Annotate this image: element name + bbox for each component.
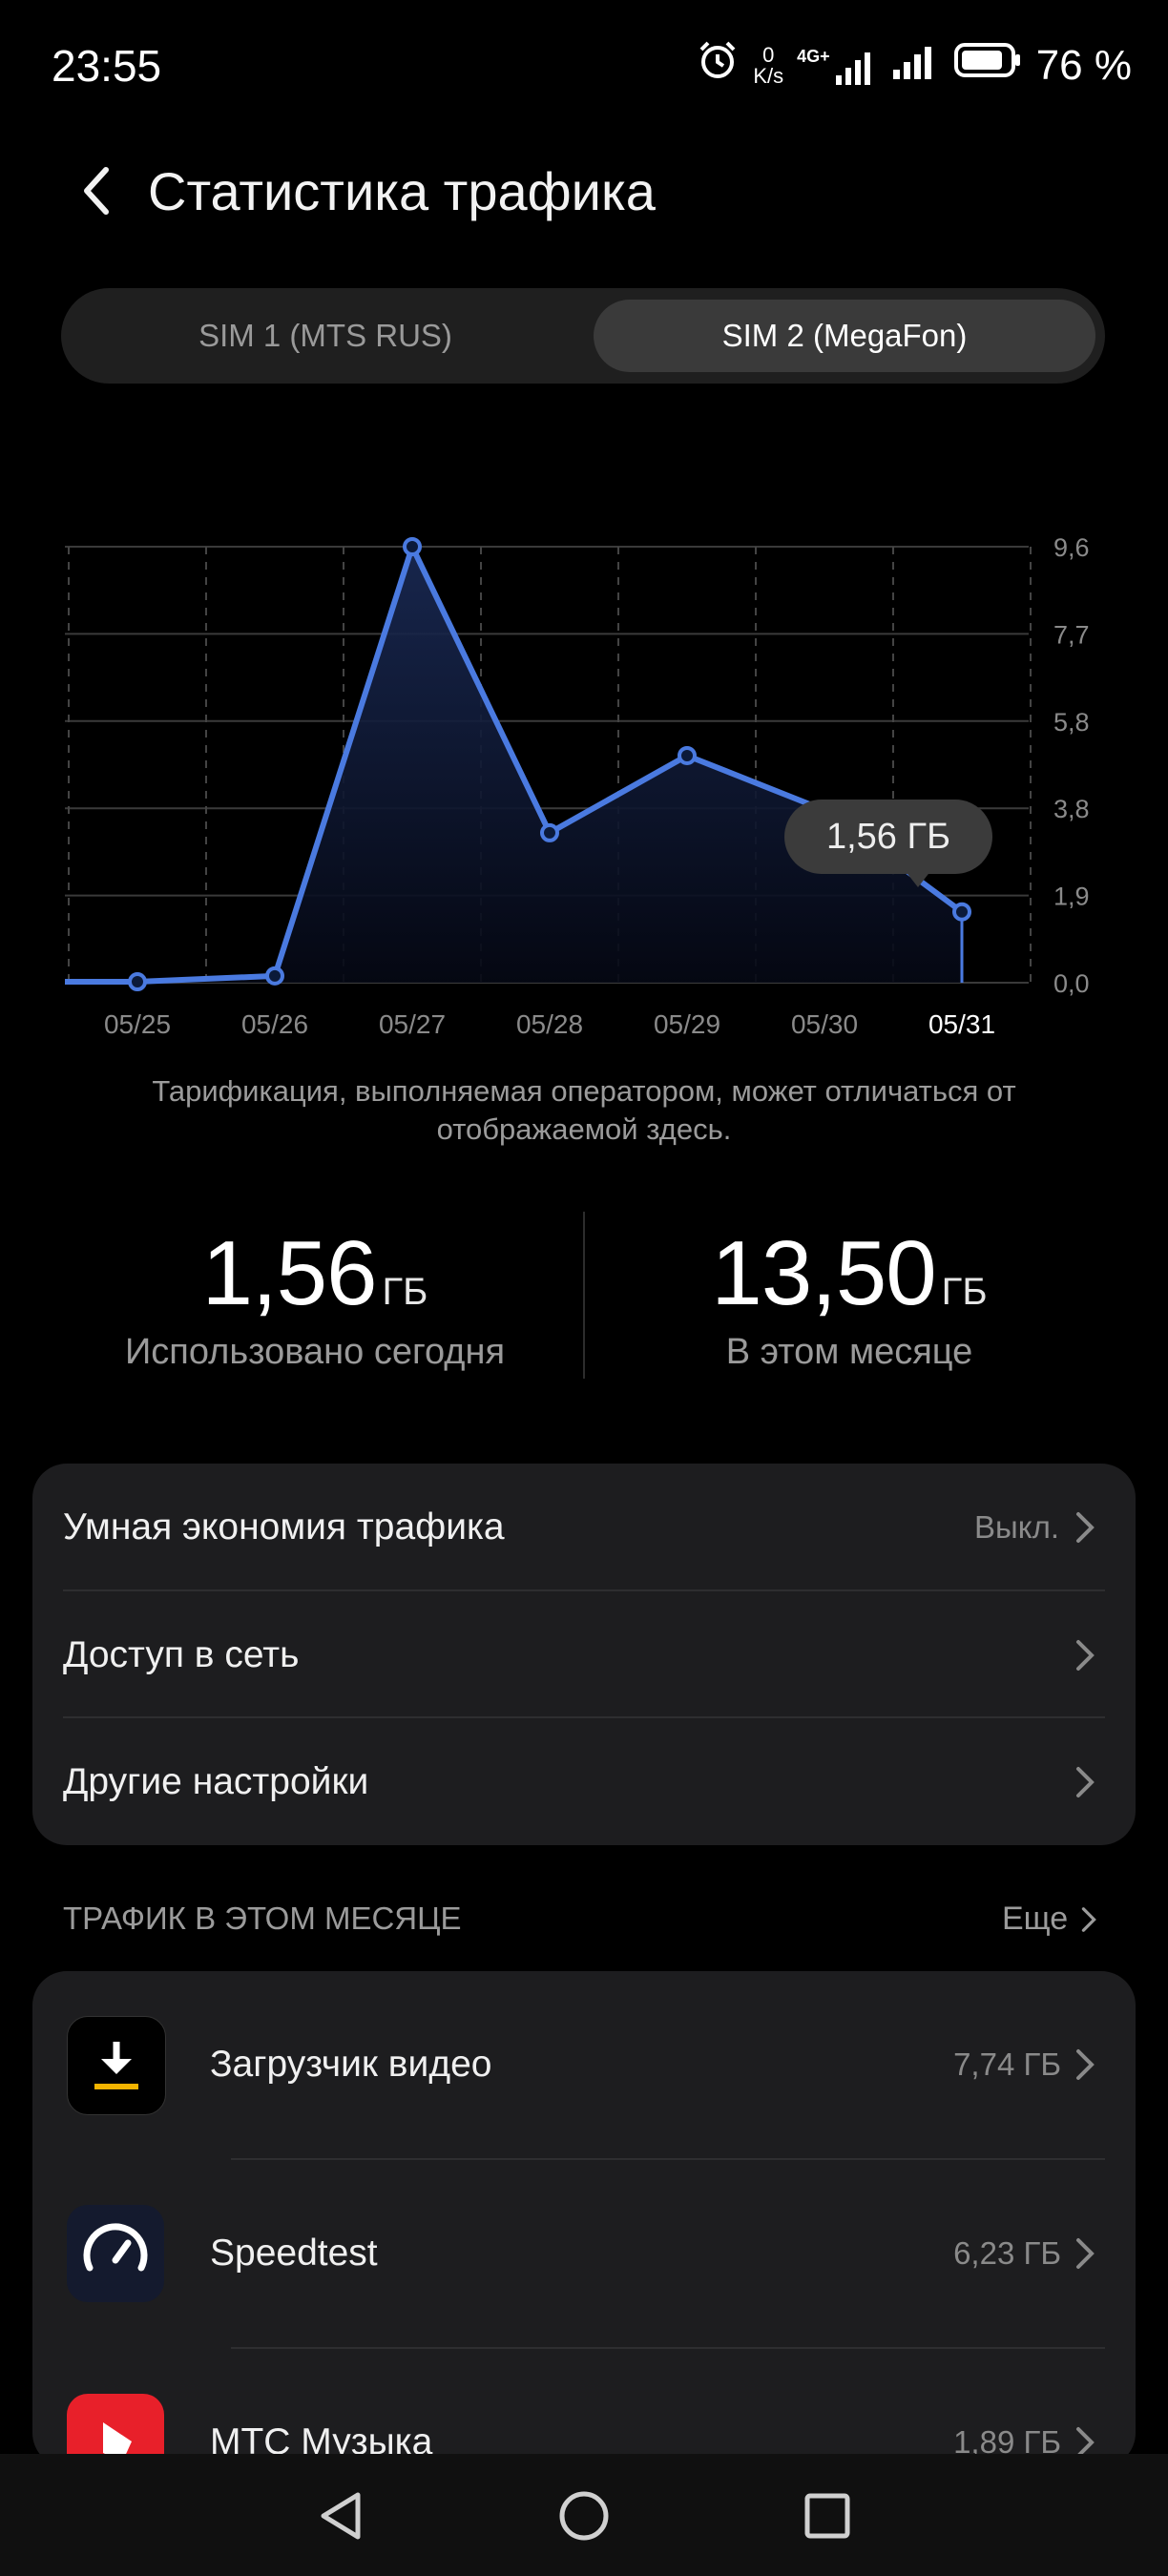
y-tick-label: 7,7	[1053, 620, 1090, 649]
network-access-label: Доступ в сеть	[63, 1633, 300, 1675]
back-nav-icon	[321, 2492, 361, 2540]
month-caption: В этом месяце	[725, 1332, 973, 1372]
app-row[interactable]: Speedtest 6,23 ГБ	[32, 2191, 1136, 2316]
today-usage: 1,56 ГБ Использовано сегодня	[48, 1221, 582, 1373]
divider	[231, 2347, 1105, 2349]
chevron-right-icon	[1076, 2049, 1095, 2080]
chart-tooltip-tail	[905, 870, 931, 887]
divider	[231, 2158, 1105, 2160]
download-icon	[67, 2016, 166, 2115]
x-tick-label[interactable]: 05/30	[791, 1009, 858, 1039]
x-tick-label[interactable]: 05/28	[516, 1009, 583, 1039]
nav-back-button[interactable]	[307, 2483, 374, 2549]
data-point-05-25[interactable]	[128, 972, 147, 992]
smart-saver-label: Умная экономия трафика	[63, 1506, 505, 1548]
x-tick-label[interactable]: 05/27	[379, 1009, 446, 1039]
signal-4g-icon: 4G+	[797, 47, 878, 85]
chevron-right-icon	[1076, 2238, 1095, 2269]
x-tick-label[interactable]: 05/31	[928, 1009, 995, 1039]
x-tick-label[interactable]: 05/26	[241, 1009, 308, 1039]
today-unit: ГБ	[382, 1271, 428, 1313]
battery-icon	[953, 41, 1023, 90]
series-area	[65, 547, 962, 983]
settings-card: Умная экономия трафика Выкл. Доступ в се…	[32, 1464, 1136, 1845]
month-usage: 13,50 ГБ В этом месяце	[582, 1221, 1116, 1373]
status-icons: 0 K/s 4G+ 76 %	[696, 38, 1132, 93]
status-time: 23:55	[52, 41, 162, 91]
smart-saver-value: Выкл.	[974, 1508, 1059, 1545]
other-settings-label: Другие настройки	[63, 1760, 369, 1802]
network-type: 4G+	[797, 46, 830, 66]
nav-home-button[interactable]	[551, 2483, 617, 2549]
y-tick-label: 3,8	[1053, 795, 1090, 823]
tab-sim2[interactable]: SIM 2 (MegaFon)	[594, 300, 1095, 372]
app-usage: 7,74 ГБ	[953, 2046, 1061, 2082]
page-title: Статистика трафика	[148, 161, 656, 221]
net-speed-value: 0	[762, 42, 775, 67]
app-name: Загрузчик видео	[210, 2044, 492, 2085]
sim-selector: SIM 1 (MTS RUS) SIM 2 (MegaFon)	[61, 288, 1105, 384]
app-row[interactable]: Загрузчик видео 7,74 ГБ	[32, 2002, 1136, 2128]
chevron-right-icon	[1076, 1639, 1095, 1671]
network-access-row[interactable]: Доступ в сеть	[32, 1591, 1136, 1718]
traffic-chart[interactable]: 9,6 7,7 5,8 3,8 1,9 0,0 05/25 05/26 05/27 05/28 05…	[0, 515, 1168, 1049]
y-tick-label: 1,9	[1053, 883, 1090, 911]
smart-saver-row[interactable]: Умная экономия трафика Выкл.	[32, 1464, 1136, 1590]
data-point-05-29[interactable]	[678, 745, 697, 765]
y-tick-label: 5,8	[1053, 708, 1090, 737]
speedometer-icon	[67, 2205, 164, 2302]
month-unit: ГБ	[941, 1271, 988, 1313]
apps-card: Загрузчик видео 7,74 ГБ Speedtest 6,23 Г…	[32, 1971, 1136, 2491]
section-label: ТРАФИК В ЭТОМ МЕСЯЦЕ	[63, 1901, 462, 1936]
nav-recents-button[interactable]	[794, 2483, 861, 2549]
data-point-05-31[interactable]	[952, 902, 971, 922]
data-point-05-28[interactable]	[540, 822, 559, 842]
x-tick-label[interactable]: 05/25	[104, 1009, 171, 1039]
app-name: Speedtest	[210, 2233, 378, 2274]
net-speed-unit: K/s	[753, 63, 784, 88]
chevron-right-icon	[1076, 1511, 1095, 1543]
home-nav-icon	[559, 2491, 609, 2541]
chevron-right-icon	[1081, 1906, 1097, 1932]
today-caption: Использовано сегодня	[124, 1332, 506, 1372]
billing-note: Тарификация, выполняемая оператором, мож…	[152, 1074, 1016, 1146]
tab-sim1[interactable]: SIM 1 (MTS RUS)	[71, 300, 580, 372]
other-settings-row[interactable]: Другие настройки	[32, 1718, 1136, 1845]
chart-tooltip: 1,56 ГБ	[784, 800, 992, 874]
data-point-05-27[interactable]	[403, 537, 422, 556]
chevron-left-icon	[84, 167, 109, 215]
battery-percent: 76 %	[1035, 41, 1132, 89]
x-tick-label[interactable]: 05/29	[654, 1009, 720, 1039]
data-point-05-26[interactable]	[265, 966, 284, 986]
app-usage: 6,23 ГБ	[953, 2235, 1061, 2271]
month-value: 13,50	[711, 1222, 936, 1324]
navigation-bar	[0, 2454, 1168, 2576]
back-button[interactable]	[67, 160, 124, 221]
recents-nav-icon	[804, 2493, 850, 2539]
net-speed: 0 K/s	[753, 42, 784, 88]
more-link[interactable]: Еще	[1002, 1901, 1100, 1938]
alarm-icon	[696, 38, 740, 93]
more-label: Еще	[1002, 1901, 1069, 1937]
chevron-right-icon	[1076, 1766, 1095, 1797]
y-tick-label: 0,0	[1053, 969, 1090, 998]
today-value: 1,56	[201, 1222, 378, 1324]
y-tick-label: 9,6	[1053, 533, 1090, 562]
signal-icon	[891, 41, 941, 90]
